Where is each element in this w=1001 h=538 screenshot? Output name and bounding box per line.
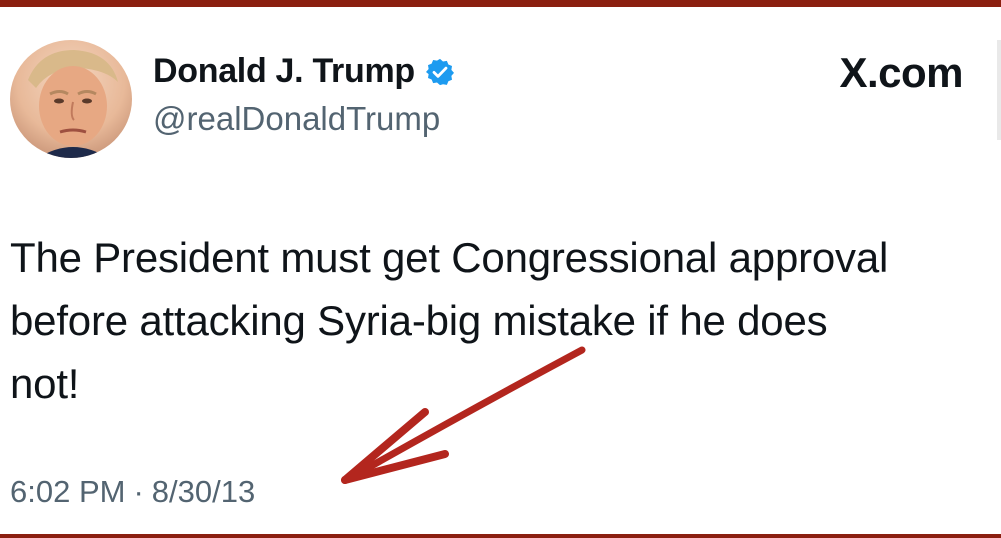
profile-photo-icon <box>28 50 118 158</box>
right-edge-strip <box>997 40 1001 140</box>
tweet-date: 8/30/13 <box>151 474 256 509</box>
tweet-timestamp[interactable]: 6:02 PM · 8/30/13 <box>10 474 255 510</box>
author-handle[interactable]: @realDonaldTrump <box>153 100 440 138</box>
bottom-border <box>0 534 1001 538</box>
author-name-row: Donald J. Trump <box>153 52 455 91</box>
avatar[interactable] <box>10 40 132 158</box>
brand-logo-text: X.com <box>839 49 963 96</box>
tweet-text: The President must get Congressional app… <box>10 226 985 415</box>
tweet-line: not! <box>10 360 80 407</box>
tweet-line: The President must get Congressional app… <box>10 234 889 281</box>
top-border <box>0 0 1001 7</box>
author-display-name[interactable]: Donald J. Trump <box>153 52 415 91</box>
timestamp-separator: · <box>133 474 144 509</box>
tweet-line: before attacking Syria-big mistake if he… <box>10 297 828 344</box>
verified-badge-icon <box>425 58 454 85</box>
tweet-time: 6:02 PM <box>10 474 126 509</box>
